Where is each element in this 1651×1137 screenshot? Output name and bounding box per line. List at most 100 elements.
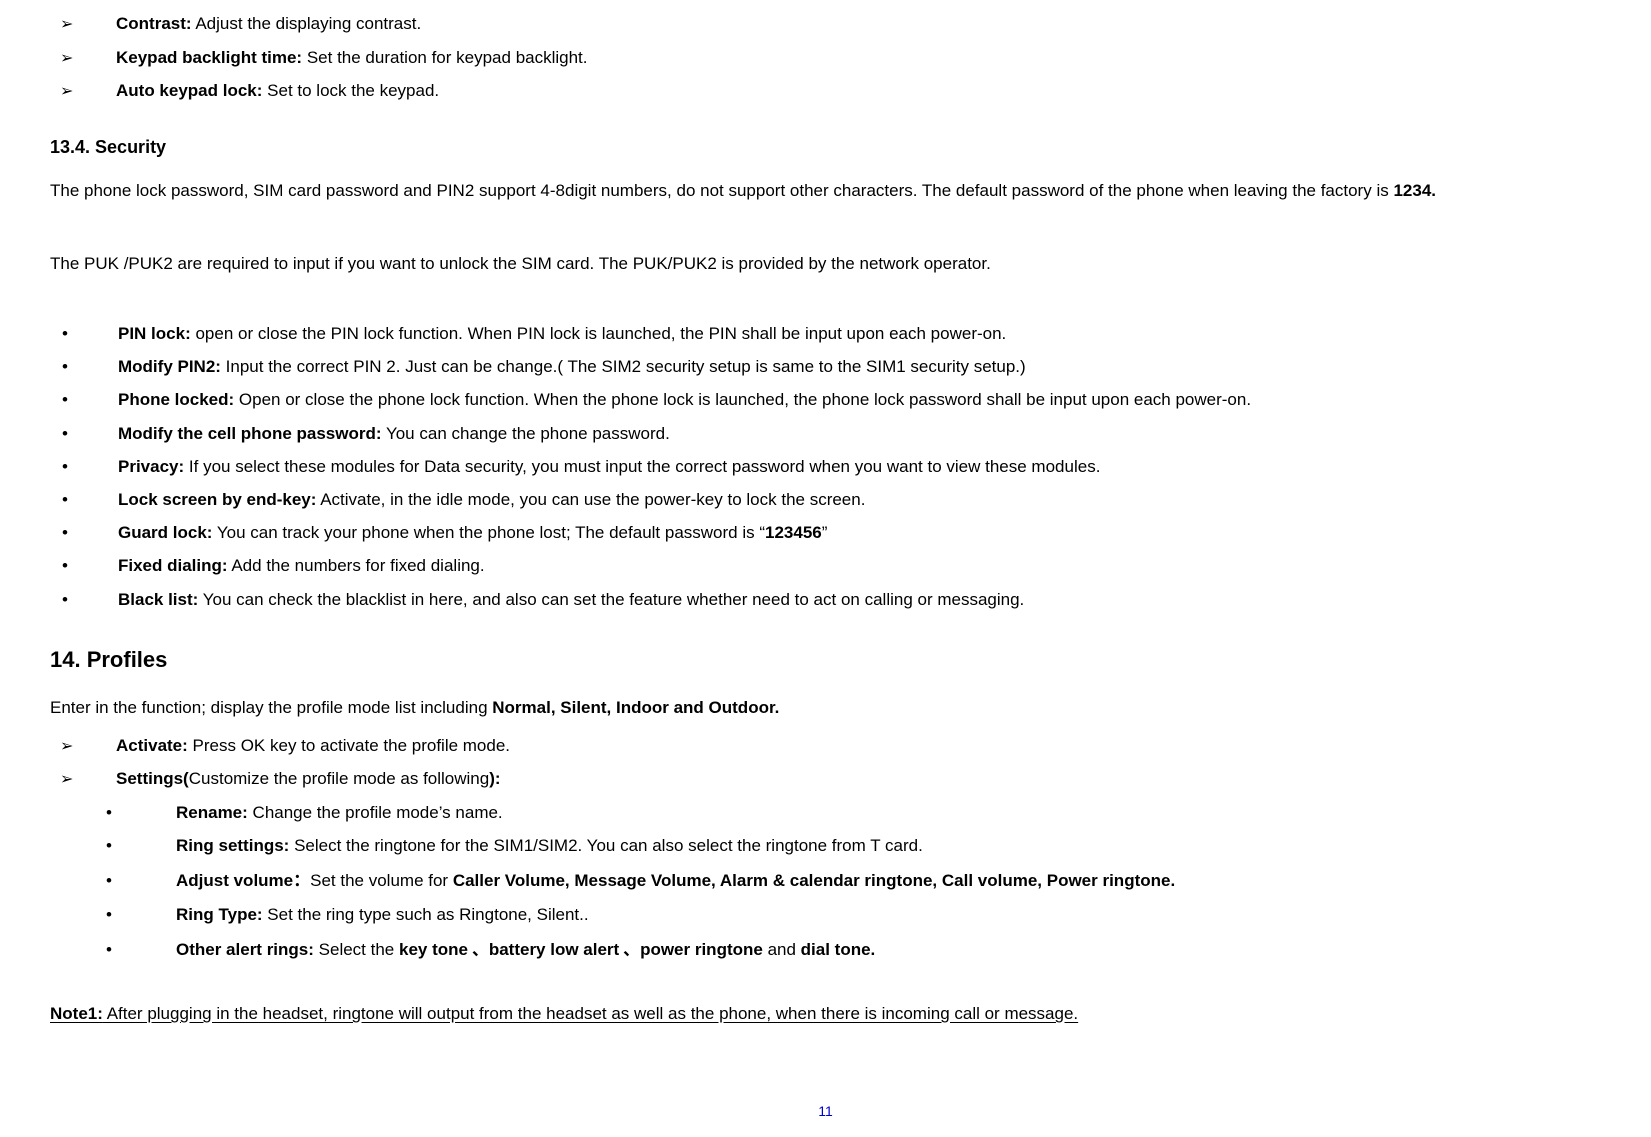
list-item-text: Rename: Change the profile mode’s name. <box>176 799 503 826</box>
item-label: Ring Type: <box>176 905 263 924</box>
list-item: • Phone locked: Open or close the phone … <box>50 386 1601 413</box>
list-item: • Lock screen by end-key: Activate, in t… <box>50 486 1601 513</box>
bullet-icon: • <box>50 552 118 579</box>
item-label: Activate: <box>116 736 188 755</box>
list-item: • Privacy: If you select these modules f… <box>50 453 1601 480</box>
bullet-icon: • <box>50 936 176 963</box>
list-item-text: Auto keypad lock: Set to lock the keypad… <box>116 77 439 104</box>
list-item-text: Adjust volume：Set the volume for Caller … <box>176 865 1175 894</box>
item-desc: Adjust the displaying contrast. <box>192 14 422 33</box>
bullet-icon: • <box>50 867 176 894</box>
item-mid: 123456 <box>765 523 822 542</box>
list-item-text: Privacy: If you select these modules for… <box>118 453 1100 480</box>
list-item: • Fixed dialing: Add the numbers for fix… <box>50 552 1601 579</box>
list-item-text: Modify the cell phone password: You can … <box>118 420 670 447</box>
list-item: ➢ Contrast: Adjust the displaying contra… <box>50 10 1601 38</box>
section-heading-security: 13.4. Security <box>50 137 1601 158</box>
list-item-text: Other alert rings: Select the key tone 、… <box>176 934 875 963</box>
item-label: Modify the cell phone password: <box>118 424 382 443</box>
item-desc: open or close the PIN lock function. Whe… <box>191 324 1007 343</box>
item-k3: power ringtone <box>640 940 763 959</box>
item-mid-b: Volume, Alarm & calendar ringtone, Call … <box>646 871 1175 890</box>
item-desc: Set the duration for keypad backlight. <box>302 48 587 67</box>
security-bullet-list: • PIN lock: open or close the PIN lock f… <box>50 320 1601 613</box>
item-post: ” <box>822 523 828 542</box>
bullet-icon: • <box>50 486 118 513</box>
list-item-text: Keypad backlight time: Set the duration … <box>116 44 588 71</box>
item-desc: Input the correct PIN 2. Just can be cha… <box>221 357 1026 376</box>
list-item: • Other alert rings: Select the key tone… <box>50 934 1601 963</box>
item-mid: and <box>763 940 801 959</box>
arrow-icon: ➢ <box>50 79 116 105</box>
list-item: • Guard lock: You can track your phone w… <box>50 519 1601 546</box>
item-label: Contrast: <box>116 14 192 33</box>
item-s2: 、 <box>619 935 640 960</box>
settings-mid: Customize the profile mode as following <box>189 769 489 788</box>
item-mid-a: Caller Volume, Message <box>453 871 646 890</box>
note-body: After plugging in the headset, ringtone … <box>103 1004 1078 1023</box>
security-paragraph-1: The phone lock password, SIM card passwo… <box>50 174 1601 207</box>
profiles-intro: Enter in the function; display the profi… <box>50 691 1601 724</box>
list-item-text: Guard lock: You can track your phone whe… <box>118 519 827 546</box>
document-page: ➢ Contrast: Adjust the displaying contra… <box>0 0 1651 1051</box>
intro-bold: Normal, Silent, Indoor and Outdoor. <box>492 698 779 717</box>
arrow-icon: ➢ <box>50 767 116 793</box>
bullet-icon: • <box>50 453 118 480</box>
item-label: Modify PIN2: <box>118 357 221 376</box>
item-label: Fixed dialing: <box>118 556 228 575</box>
item-label: Other alert rings: <box>176 940 314 959</box>
item-label: Auto keypad lock: <box>116 81 262 100</box>
arrow-icon: ➢ <box>50 12 116 38</box>
spacer <box>50 213 1601 247</box>
bullet-icon: • <box>50 519 118 546</box>
list-item: • Ring Type: Set the ring type such as R… <box>50 901 1601 928</box>
section-heading-profiles: 14. Profiles <box>50 647 1601 673</box>
list-item-text: PIN lock: open or close the PIN lock fun… <box>118 320 1006 347</box>
item-k1: key tone <box>399 940 468 959</box>
list-item: ➢ Auto keypad lock: Set to lock the keyp… <box>50 77 1601 105</box>
list-item-text: Phone locked: Open or close the phone lo… <box>118 386 1251 413</box>
list-item-text: Lock screen by end-key: Activate, in the… <box>118 486 865 513</box>
list-item-text: Settings(Customize the profile mode as f… <box>116 765 501 792</box>
item-label: Black list: <box>118 590 198 609</box>
list-item-text: Modify PIN2: Input the correct PIN 2. Ju… <box>118 353 1026 380</box>
security-paragraph-2: The PUK /PUK2 are required to input if y… <box>50 247 1601 280</box>
item-label: Phone locked: <box>118 390 234 409</box>
item-s1: 、 <box>468 935 489 960</box>
bullet-icon: • <box>50 420 118 447</box>
item-label: Keypad backlight time: <box>116 48 302 67</box>
list-item-text: Activate: Press OK key to activate the p… <box>116 732 510 759</box>
item-desc: Press OK key to activate the profile mod… <box>188 736 510 755</box>
list-item: ➢ Activate: Press OK key to activate the… <box>50 732 1601 760</box>
bullet-icon: • <box>50 386 118 413</box>
bullet-icon: • <box>50 586 118 613</box>
list-item: • Modify the cell phone password: You ca… <box>50 420 1601 447</box>
item-label-b: ： <box>293 866 310 891</box>
item-label: Lock screen by end-key: <box>118 490 316 509</box>
item-label: PIN lock: <box>118 324 191 343</box>
item-desc: Set to lock the keypad. <box>262 81 439 100</box>
bullet-icon: • <box>50 353 118 380</box>
bullet-icon: • <box>50 901 176 928</box>
page-number: 11 <box>0 1103 1651 1119</box>
settings-bold-b: ): <box>489 769 500 788</box>
bullet-icon: • <box>50 799 176 826</box>
item-desc: Open or close the phone lock function. W… <box>234 390 1251 409</box>
item-desc: You can check the blacklist in here, and… <box>198 590 1024 609</box>
profiles-sub-list: • Rename: Change the profile mode’s name… <box>50 799 1601 963</box>
item-label: Guard lock: <box>118 523 212 542</box>
intro-text: Enter in the function; display the profi… <box>50 698 492 717</box>
list-item: ➢ Keypad backlight time: Set the duratio… <box>50 44 1601 72</box>
para-text: The phone lock password, SIM card passwo… <box>50 181 1393 200</box>
settings-bold-a: Settings( <box>116 769 189 788</box>
list-item-text: Ring settings: Select the ringtone for t… <box>176 832 923 859</box>
item-pre: You can track your phone when the phone … <box>212 523 765 542</box>
item-desc: Change the profile mode’s name. <box>248 803 503 822</box>
note-underlined-text: Note1: After plugging in the headset, ri… <box>50 1004 1078 1023</box>
item-pre: Set the volume for <box>310 871 453 890</box>
list-item: • Ring settings: Select the ringtone for… <box>50 832 1601 859</box>
list-item: • Modify PIN2: Input the correct PIN 2. … <box>50 353 1601 380</box>
profiles-arrow-list: ➢ Activate: Press OK key to activate the… <box>50 732 1601 793</box>
arrow-icon: ➢ <box>50 46 116 72</box>
item-label-a: Adjust volume <box>176 871 293 890</box>
